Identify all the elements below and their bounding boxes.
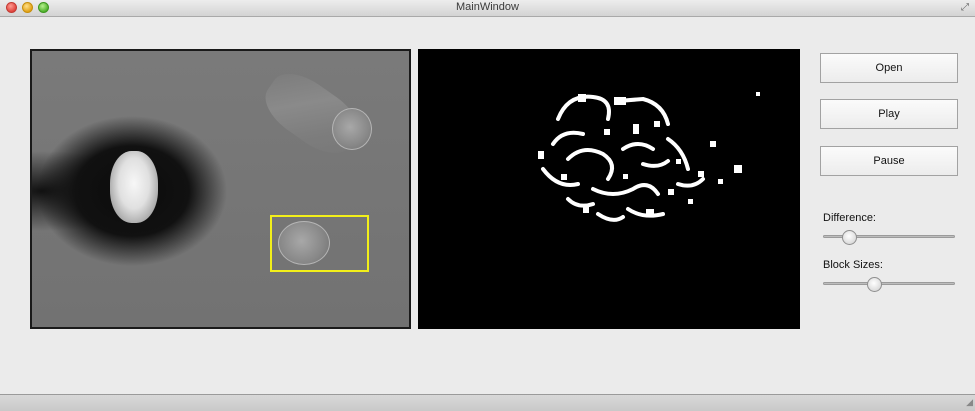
cell-round — [332, 108, 372, 150]
block-sizes-slider-track[interactable] — [823, 282, 955, 285]
play-button[interactable]: Play — [820, 99, 958, 129]
difference-slider-thumb[interactable] — [841, 230, 857, 245]
block-sizes-slider-thumb[interactable] — [867, 277, 883, 292]
bright-blob — [110, 151, 158, 223]
mask-image — [538, 92, 760, 222]
video-frame-view[interactable] — [30, 49, 411, 329]
window-title: MainWindow — [456, 1, 519, 13]
difference-label: Difference: — [823, 212, 876, 224]
open-button[interactable]: Open — [820, 53, 958, 83]
fullscreen-icon[interactable]: ⤢ — [961, 2, 969, 13]
title-bar[interactable]: MainWindow ⤢ — [0, 0, 975, 17]
tracking-selection-box[interactable] — [270, 215, 369, 272]
main-window: MainWindow ⤢ Open Play Pause Difference:… — [0, 0, 975, 395]
bottom-strip: ◢ — [0, 395, 975, 411]
block-sizes-label: Block Sizes: — [823, 259, 883, 271]
microscope-image — [32, 51, 409, 327]
resize-grip-icon[interactable]: ◢ — [966, 397, 973, 408]
difference-mask-view — [418, 49, 800, 329]
pause-button[interactable]: Pause — [820, 146, 958, 176]
